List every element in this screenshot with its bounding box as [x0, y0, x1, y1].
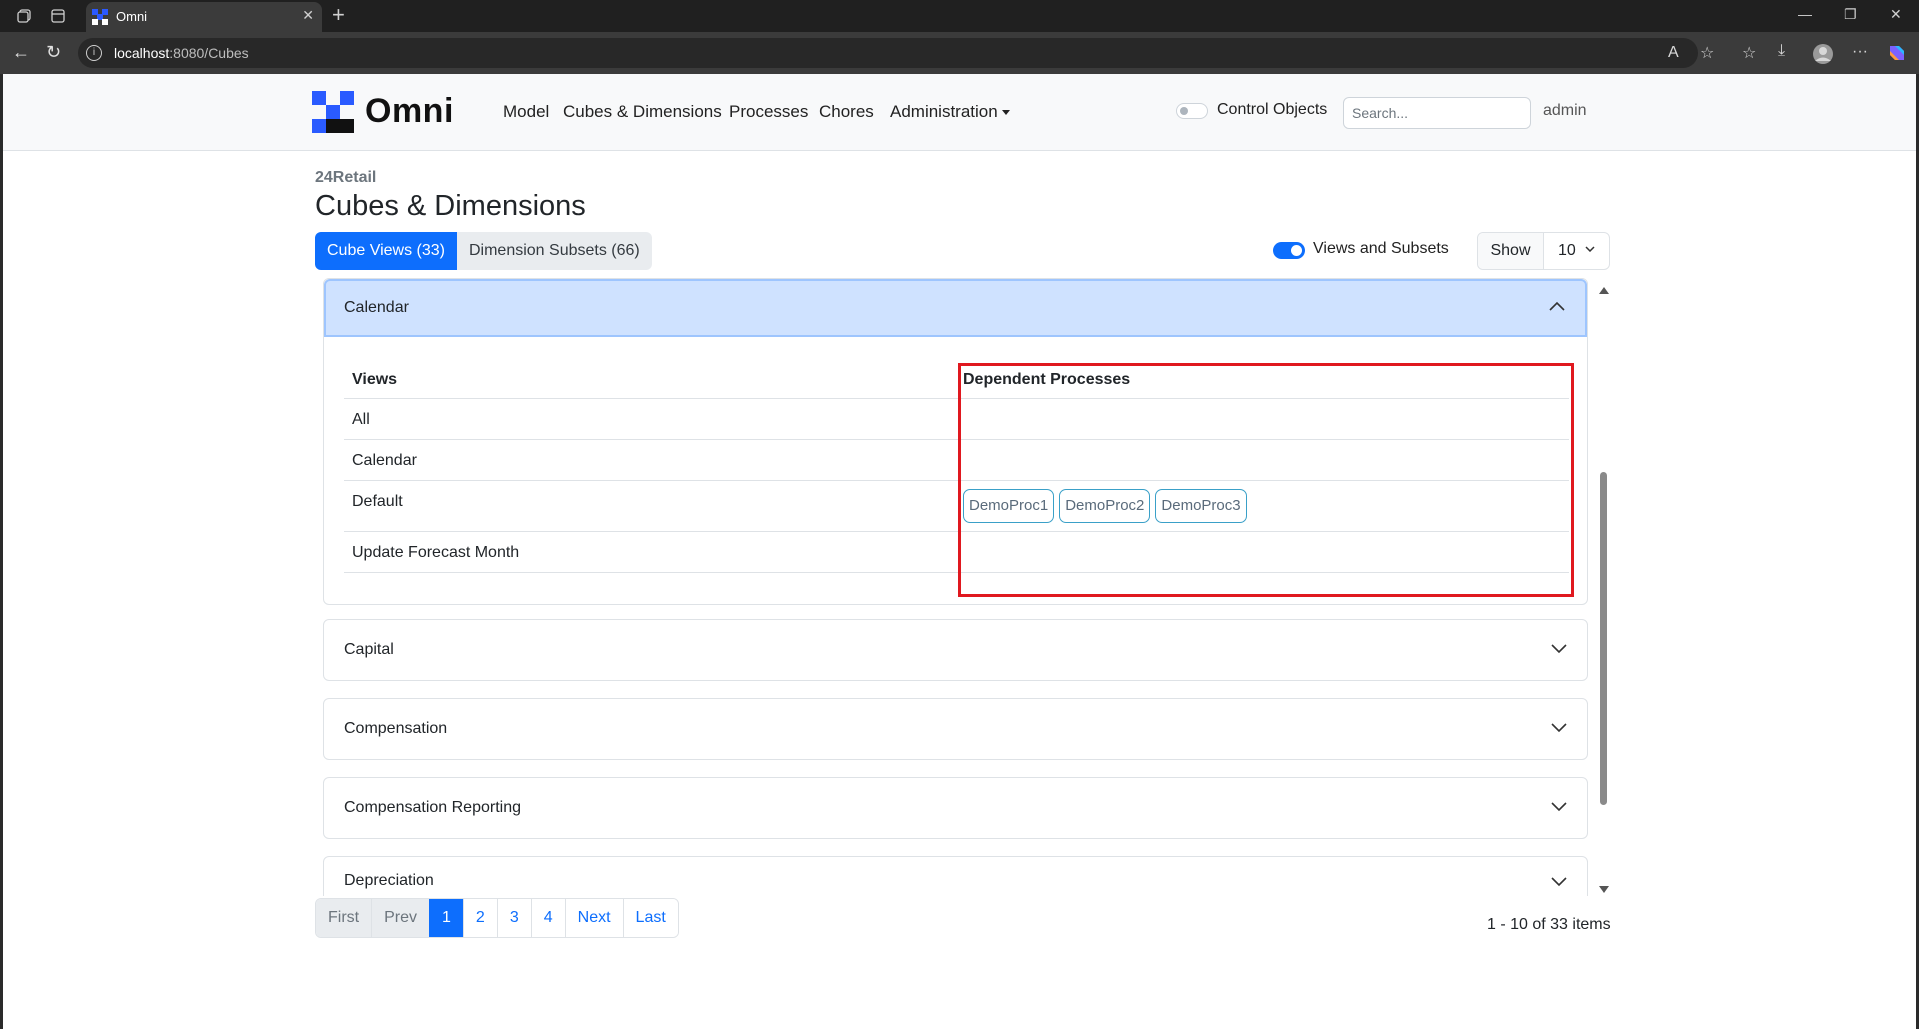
url-text: localhost:8080/Cubes — [114, 45, 249, 61]
scroll-down-arrow-icon[interactable] — [1599, 886, 1609, 893]
nav-administration-dropdown[interactable]: Administration — [890, 102, 1010, 122]
tab-cube-views[interactable]: Cube Views (33) — [315, 232, 457, 270]
page-size-value: 10 — [1558, 242, 1576, 259]
chevron-down-icon — [1551, 644, 1567, 654]
page-prev[interactable]: Prev — [371, 899, 430, 937]
browser-titlebar: Omni ✕ + — ❐ ✕ — [0, 0, 1919, 32]
accordion-title: Calendar — [344, 299, 409, 316]
nav-cubes-dimensions[interactable]: Cubes & Dimensions — [563, 102, 722, 122]
accordion-item-compensation: Compensation — [323, 698, 1588, 760]
accordion-title: Compensation Reporting — [344, 799, 521, 816]
accordion-title: Compensation — [344, 720, 448, 737]
accordion-header-compensation-reporting[interactable]: Compensation Reporting — [324, 778, 1587, 838]
breadcrumb[interactable]: 24Retail — [315, 169, 376, 187]
view-tab-group: Cube Views (33) Dimension Subsets (66) — [315, 232, 652, 270]
page-last[interactable]: Last — [622, 899, 678, 937]
accordion-item-depreciation: Depreciation — [323, 856, 1588, 896]
views-subsets-label: Views and Subsets — [1313, 240, 1449, 257]
app-navbar: Omni Model Cubes & Dimensions Processes … — [3, 74, 1916, 151]
chevron-down-icon — [1585, 246, 1595, 252]
downloads-icon[interactable]: ⤓ — [1778, 42, 1785, 60]
search-input[interactable] — [1343, 97, 1531, 129]
read-aloud-icon[interactable]: A — [1668, 44, 1679, 62]
browser-toolbar: ← ↻ i localhost:8080/Cubes — [0, 32, 1919, 74]
minimize-icon[interactable]: — — [1798, 6, 1812, 22]
window-close-icon[interactable]: ✕ — [1890, 6, 1902, 23]
accordion-header-calendar[interactable]: Calendar — [324, 279, 1587, 337]
page-first[interactable]: First — [316, 899, 372, 937]
caret-down-icon — [1001, 110, 1010, 116]
omni-logo-icon[interactable] — [312, 91, 354, 133]
accordion-header-depreciation[interactable]: Depreciation — [324, 857, 1587, 896]
view-name[interactable]: Default — [352, 493, 403, 511]
favorites-icon[interactable]: ☆ — [1742, 43, 1756, 63]
page-3[interactable]: 3 — [496, 899, 531, 937]
refresh-icon[interactable]: ↻ — [46, 43, 61, 61]
dependent-processes-highlight-box — [958, 363, 1574, 597]
favorite-star-icon[interactable]: ☆ — [1700, 43, 1714, 63]
address-bar[interactable]: i localhost:8080/Cubes — [78, 38, 1698, 68]
accordion-header-capital[interactable]: Capital — [324, 620, 1587, 680]
items-count: 1 - 10 of 33 items — [1487, 916, 1611, 933]
cube-accordion: Calendar Views Dependent Processes All C… — [315, 278, 1602, 896]
nav-model[interactable]: Model — [503, 102, 549, 122]
omni-favicon-icon — [92, 9, 108, 25]
page-1[interactable]: 1 — [429, 899, 463, 937]
views-subsets-toggle[interactable] — [1273, 242, 1305, 259]
tab-close-icon[interactable]: ✕ — [302, 7, 314, 24]
accordion-title: Capital — [344, 641, 394, 658]
accordion-header-compensation[interactable]: Compensation — [324, 699, 1587, 759]
accordion-item-compensation-reporting: Compensation Reporting — [323, 777, 1588, 839]
scroll-up-arrow-icon[interactable] — [1599, 287, 1609, 294]
nav-administration-label: Administration — [890, 102, 998, 121]
accordion-title: Depreciation — [344, 872, 434, 889]
tab-title: Omni — [116, 9, 148, 24]
tab-actions-icon[interactable] — [50, 8, 66, 24]
profile-avatar-icon[interactable] — [1812, 43, 1834, 65]
control-objects-label: Control Objects — [1217, 101, 1328, 118]
views-column-header: Views — [352, 371, 398, 388]
copilot-icon[interactable] — [1886, 42, 1908, 64]
url-path: :8080/Cubes — [169, 45, 249, 61]
page-4[interactable]: 4 — [530, 899, 565, 937]
view-name[interactable]: Calendar — [352, 452, 417, 470]
pagination: First Prev 1 2 3 4 Next Last — [315, 898, 679, 938]
restore-icon[interactable]: ❐ — [1844, 6, 1857, 23]
chevron-down-icon — [1551, 723, 1567, 733]
workspaces-icon[interactable] — [16, 8, 32, 24]
chevron-down-icon — [1551, 877, 1567, 887]
accordion-item-capital: Capital — [323, 619, 1588, 681]
browser-tab-omni[interactable]: Omni ✕ — [86, 2, 322, 32]
new-tab-icon[interactable]: + — [332, 4, 345, 26]
page-size-control: Show 10 — [1477, 232, 1610, 270]
url-host: localhost — [114, 45, 170, 61]
user-menu[interactable]: admin — [1543, 102, 1587, 120]
page-2[interactable]: 2 — [462, 899, 497, 937]
more-menu-icon[interactable]: ··· — [1852, 43, 1868, 61]
view-name[interactable]: All — [352, 411, 370, 429]
back-icon[interactable]: ← — [12, 43, 30, 61]
view-name[interactable]: Update Forecast Month — [352, 544, 519, 562]
site-info-icon[interactable]: i — [86, 45, 102, 61]
nav-chores[interactable]: Chores — [819, 102, 874, 122]
page-size-select[interactable]: 10 — [1544, 233, 1609, 269]
control-objects-toggle[interactable] — [1176, 103, 1208, 119]
scrollbar-thumb[interactable] — [1600, 472, 1607, 805]
show-label: Show — [1478, 233, 1544, 269]
page-title: Cubes & Dimensions — [315, 190, 586, 222]
page-viewport: Omni Model Cubes & Dimensions Processes … — [0, 74, 1919, 1029]
chevron-down-icon — [1551, 802, 1567, 812]
nav-processes[interactable]: Processes — [729, 102, 808, 122]
tab-dimension-subsets[interactable]: Dimension Subsets (66) — [456, 232, 652, 270]
chevron-up-icon — [1549, 301, 1565, 311]
brand-name[interactable]: Omni — [365, 92, 454, 131]
page-next[interactable]: Next — [564, 899, 623, 937]
